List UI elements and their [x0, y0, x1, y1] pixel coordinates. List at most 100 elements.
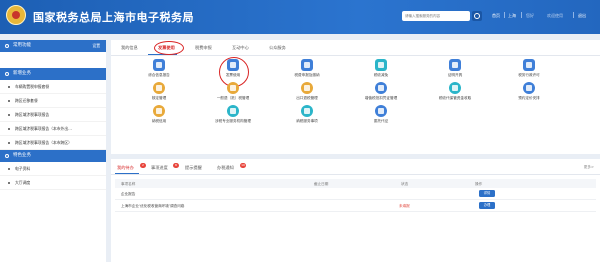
service-label: 纳税服务事项 — [296, 119, 318, 123]
service-label: 增值税抵扣凭证管理 — [364, 96, 398, 100]
reduction-icon — [375, 59, 387, 71]
export-icon — [301, 82, 313, 94]
circle-icon — [5, 154, 9, 158]
tab-progress[interactable]: 事项进度 — [151, 165, 168, 171]
service-label: 预约定价安排 — [518, 96, 540, 100]
sidebar-section-common[interactable]: 常用功能 设置 — [0, 40, 106, 52]
handle-button[interactable]: 办理 — [479, 202, 495, 209]
sidebar-section-special[interactable]: 特色业务 — [0, 150, 106, 162]
fund-icon — [449, 82, 461, 94]
tab-notices[interactable]: 办税通知 — [217, 165, 234, 171]
sidebar-item[interactable]: 跨区域涉税事项报告（本市外出… — [0, 122, 106, 136]
header-divider — [573, 12, 574, 18]
service-item[interactable]: 证明开具 — [433, 59, 477, 83]
service-label: 核定管理 — [151, 96, 167, 100]
logout-link[interactable]: 退出 — [578, 13, 586, 19]
service-label: 委托代征 — [373, 119, 389, 123]
sidebar-item[interactable]: 电子资料 — [0, 162, 106, 176]
service-label: 纳税信用 — [151, 119, 167, 123]
tab-interaction-center[interactable]: 互动中心 — [232, 45, 249, 51]
home-link[interactable]: 首页 — [492, 13, 500, 19]
site-title: 国家税务总局上海市电子税务局 — [33, 11, 194, 24]
divider — [111, 55, 600, 56]
sidebar-item[interactable]: 车辆购置税申报套餐 — [0, 80, 106, 94]
service-item[interactable]: 综合信息报告 — [137, 59, 181, 83]
circle-icon — [5, 72, 9, 76]
service-item[interactable]: 出口退税管理 — [285, 82, 329, 106]
tab-tax-declaration[interactable]: 税费申报 — [195, 45, 212, 51]
main-content: 我的信息 发票使用 税费申报 互动中心 公众服务 综合信息报告 发票使用 税费申报及… — [111, 40, 600, 262]
item-status: 未填报 — [399, 204, 410, 208]
credit-icon — [153, 105, 165, 117]
todo-count-badge: 2 — [140, 163, 146, 168]
column-header: 操作 — [475, 181, 483, 186]
region-link[interactable]: 上海 — [508, 13, 516, 19]
settings-link[interactable]: 设置 — [92, 40, 100, 52]
voucher-icon — [375, 82, 387, 94]
service-item[interactable]: 税费申报及缴纳 — [285, 59, 329, 83]
entrust-icon — [375, 105, 387, 117]
service-item[interactable]: 涉税专业服务机构管理 — [211, 105, 255, 129]
table-header: 事项名称 截止日期 状态 操作 — [115, 179, 596, 188]
service-item[interactable]: 纳税服务事项 — [285, 105, 329, 129]
document-icon — [153, 59, 165, 71]
item-name: 上海市企业‘优化税收营商环境’调查问卷 — [121, 204, 185, 208]
service-label: 税务行政许可 — [518, 73, 540, 77]
sidebar-item[interactable]: 跨区域涉税事项报告（本市跨区） — [0, 136, 106, 150]
check-icon — [153, 82, 165, 94]
tax-emblem-icon — [6, 5, 26, 25]
service-label: 涉税专业服务机构管理 — [215, 119, 251, 123]
details-button[interactable]: 详情 — [479, 190, 495, 197]
tab-public-service[interactable]: 公众服务 — [269, 45, 286, 51]
tab-my-info[interactable]: 我的信息 — [121, 45, 138, 51]
sidebar: 常用功能 设置 新增业务 车辆购置税申报套餐 跨区迁移套餐 跨区域涉税事项报告 … — [0, 40, 106, 262]
user-greeting: 您好 — [526, 13, 534, 18]
agency-icon — [227, 105, 239, 117]
todo-panel: 我的待办 2 事项进度 8 提示提醒 办税通知 10 更多> 事项名称 截止日期… — [111, 159, 600, 262]
welcome-text: 欢迎使用 — [547, 13, 563, 18]
service-item[interactable]: 纳税信用 — [137, 105, 181, 129]
service-label: 税收减免 — [373, 73, 389, 77]
search-input[interactable] — [402, 11, 470, 21]
service-item[interactable]: 发票使用 — [211, 59, 255, 83]
service-item[interactable]: 一般退（抵）税管理 — [211, 82, 255, 106]
service-item[interactable]: 税收减免 — [359, 59, 403, 83]
service-item[interactable]: 核定管理 — [137, 82, 181, 106]
circle-icon — [5, 44, 9, 48]
license-icon — [523, 59, 535, 71]
site-header: 国家税务总局上海市电子税务局 首页 上海 您好 欢迎使用 退出 — [0, 0, 600, 34]
search-icon[interactable] — [472, 11, 482, 21]
table-row: 上海市企业‘优化税收营商环境’调查问卷 未填报 办理 — [115, 200, 596, 212]
item-name: 企业报告 — [121, 192, 136, 196]
invoice-icon — [227, 59, 239, 71]
tax-icon — [301, 59, 313, 71]
sidebar-item[interactable]: 跨区迁移套餐 — [0, 94, 106, 108]
notice-count-badge: 10 — [240, 163, 246, 168]
service-item[interactable]: 税务行政许可 — [507, 59, 551, 83]
service-item[interactable]: 委托代征 — [359, 105, 403, 129]
more-link[interactable]: 更多> — [584, 165, 594, 170]
service-item[interactable]: 预约定价安排 — [507, 82, 551, 106]
sidebar-item[interactable]: 大厅调度 — [0, 176, 106, 190]
pricing-icon — [523, 82, 535, 94]
certificate-icon — [449, 59, 461, 71]
services-panel: 我的信息 发票使用 税费申报 互动中心 公众服务 综合信息报告 发票使用 税费申报及… — [111, 40, 600, 154]
sidebar-section-title: 常用功能 — [13, 43, 31, 48]
sidebar-section-new[interactable]: 新增业务 — [0, 68, 106, 80]
header-divider — [504, 12, 505, 18]
tab-my-todo[interactable]: 我的待办 — [117, 165, 134, 171]
service-label: 综合信息报告 — [148, 73, 170, 77]
service-item[interactable]: 增值税抵扣凭证管理 — [359, 82, 403, 106]
column-header: 事项名称 — [121, 181, 136, 186]
service-label: 税收代保管资金收取 — [438, 96, 472, 100]
column-header: 状态 — [401, 181, 409, 186]
sidebar-empty-area — [0, 52, 106, 68]
header-divider — [521, 12, 522, 18]
table-row: 企业报告 详情 — [115, 188, 596, 200]
progress-count-badge: 8 — [173, 163, 179, 168]
highlight-circle — [154, 41, 184, 55]
tab-reminders[interactable]: 提示提醒 — [185, 165, 202, 171]
service-label: 一般退（抵）税管理 — [216, 96, 250, 100]
service-item[interactable]: 税收代保管资金收取 — [433, 82, 477, 106]
sidebar-item[interactable]: 跨区域涉税事项报告 — [0, 108, 106, 122]
